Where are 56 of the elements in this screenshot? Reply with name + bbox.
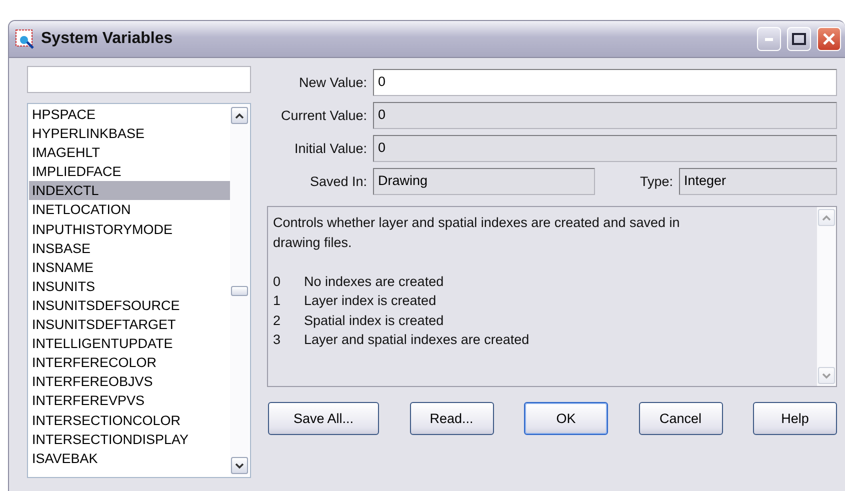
list-item[interactable]: IMPLIEDFACE [29, 162, 230, 182]
scroll-thumb[interactable] [231, 286, 248, 296]
list-item[interactable]: INSUNITS [29, 276, 230, 296]
dialog-button[interactable]: Save All... [268, 402, 379, 435]
readonly-field: 0 [373, 102, 837, 129]
list-item[interactable]: INTERFEREVPVS [29, 391, 230, 410]
minimize-icon [765, 38, 773, 40]
list-item[interactable]: INTERFEREOBJVS [29, 372, 230, 392]
close-button[interactable] [817, 27, 841, 51]
list-item[interactable]: IMAGEHLT [29, 143, 230, 162]
list-item[interactable]: HYPERLINKBASE [29, 124, 230, 144]
option-text: Layer index is created [304, 292, 436, 310]
scroll-down-button[interactable] [231, 457, 248, 474]
description-text: Controls whether layer and spatial indexes are created and saved in drawing files. [273, 214, 681, 252]
list-item[interactable]: ISAVEBAK [29, 448, 230, 468]
readonly-field: 0 [373, 135, 837, 162]
list-item[interactable]: INTERSECTIONCOLOR [29, 410, 230, 430]
option-code: 1 [273, 292, 282, 310]
option-text: Layer and spatial indexes are created [304, 331, 530, 349]
option-code: 3 [273, 331, 282, 349]
search-field[interactable] [27, 66, 251, 93]
field-label: Current Value: [280, 108, 368, 123]
minimize-button[interactable] [757, 27, 781, 51]
dialog-button[interactable]: Cancel [638, 402, 722, 435]
scroll-up-button[interactable] [231, 107, 248, 124]
list-item[interactable]: INTERFERECOLOR [29, 353, 230, 372]
list-item[interactable]: INTELLIGENTUPDATE [29, 334, 230, 354]
list-item[interactable]: INSUNITSDEFSOURCE [29, 296, 230, 316]
maximize-icon [792, 33, 806, 45]
list-item[interactable]: INTERSECTIONDISPLAY [29, 430, 230, 449]
readonly-field: Integer [679, 168, 837, 195]
close-icon [822, 32, 836, 46]
field-label: New Value: [298, 75, 368, 90]
field-label: Initial Value: [293, 141, 368, 156]
list-item[interactable]: INPUTHISTORYMODE [29, 220, 230, 239]
list-item[interactable]: HPSPACE [29, 105, 230, 124]
option-code: 2 [273, 312, 282, 330]
list-item[interactable]: INDEXCTL [29, 181, 230, 200]
dialog-button[interactable]: Help [753, 402, 837, 435]
option-text: Spatial index is created [304, 312, 444, 330]
option-code: 0 [273, 272, 282, 290]
option-text: No indexes are created [304, 272, 444, 290]
field-label: Saved In: [308, 174, 368, 189]
scrollbar[interactable] [230, 105, 249, 476]
window-title: System Variables [41, 30, 174, 48]
field-label: Type: [638, 174, 674, 189]
app-icon [15, 29, 35, 49]
readonly-field: Drawing [373, 168, 595, 195]
list-item[interactable]: INSBASE [29, 238, 230, 258]
input-field[interactable]: 0 [373, 69, 837, 96]
dialog-button[interactable]: OK [524, 402, 608, 435]
maximize-button[interactable] [787, 27, 811, 51]
list-item[interactable]: INSNAME [29, 258, 230, 277]
list-item[interactable]: INSUNITSDEFTARGET [29, 315, 230, 334]
dialog-button[interactable]: Read... [410, 402, 494, 435]
list-item[interactable]: INETLOCATION [29, 200, 230, 220]
